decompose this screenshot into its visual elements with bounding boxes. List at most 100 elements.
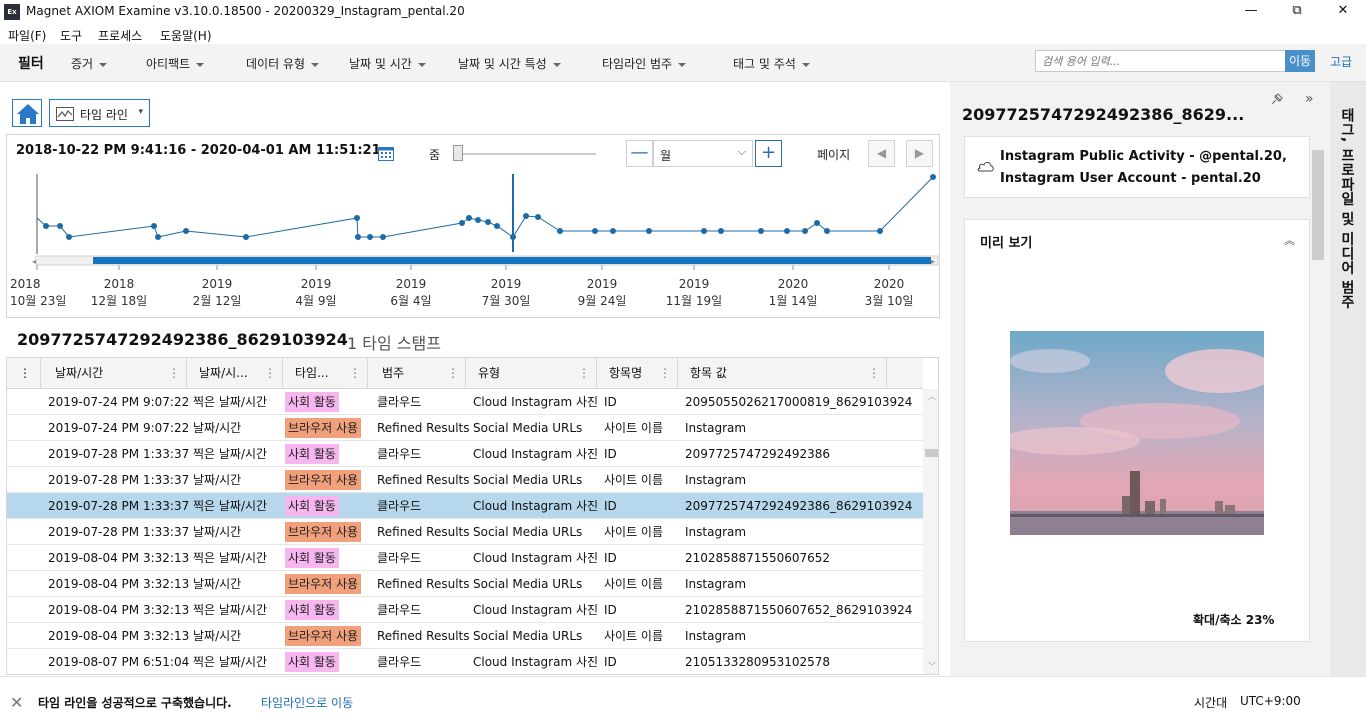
table-row[interactable]: 2019-07-24 PM 9:07:22 찍은 날짜/시간 클라우드 Cloud I… [7,389,923,415]
timeline-point[interactable] [494,223,500,229]
go-to-timeline-link[interactable]: 타임라인으로 이동 [261,694,353,711]
table-row[interactable]: 2019-07-28 PM 1:33:37 찍은 날짜/시간 클라우드 Cloud I… [7,441,923,467]
filter-data-type-dropdown[interactable]: 데이터 유형 [246,55,320,72]
menu-tools[interactable]: 도구 [60,27,82,44]
timeline-point[interactable] [151,223,157,229]
scrollbar-thumb[interactable] [925,449,938,457]
zoom-in-button[interactable]: + [755,140,782,167]
menu-file[interactable]: 파일(F) [8,27,46,44]
timeline-scrollbar-thumb[interactable] [93,257,931,264]
menu-process[interactable]: 프로세스 [98,27,142,44]
timeline-point[interactable] [183,228,189,234]
timeline-point[interactable] [485,219,491,225]
timeline-point[interactable] [354,215,360,221]
column-options-icon[interactable]: ⋮ [168,358,180,389]
minimize-button[interactable]: — [1228,0,1274,24]
timeline-point[interactable] [758,228,764,234]
timeline-point[interactable] [243,234,249,240]
column-header-item-name[interactable]: 항목명 ⋮ [597,358,678,389]
timeline-point[interactable] [646,228,652,234]
timeline-point[interactable] [57,223,63,229]
timeline-point[interactable] [930,174,936,180]
column-options-icon[interactable]: ⋮ [659,358,671,389]
scrollbar-thumb[interactable] [1312,150,1324,260]
menu-help[interactable]: 도움말(H) [160,27,212,44]
table-row[interactable]: 2019-08-04 PM 3:32:13 찍은 날짜/시간 클라우드 Cloud I… [7,597,923,623]
filter-datetime-dropdown[interactable]: 날짜 및 시간 [349,55,426,72]
timeline-chart[interactable]: ◂ ▸ 2018 10월 23일 2018 12월 18일 2019 2월 12일 2019… [6,170,940,318]
filter-datetime-attr-dropdown[interactable]: 날짜 및 시간 특성 [458,55,561,72]
column-header-timeline-category[interactable]: 타임... ⋮ [283,358,368,389]
timeline-point[interactable] [802,228,808,234]
timeline-point[interactable] [701,228,707,234]
timeline-point[interactable] [475,217,481,223]
search-input[interactable] [1035,50,1286,72]
timeline-point[interactable] [523,213,529,219]
advanced-search-link[interactable]: 고급 [1330,53,1352,70]
search-go-button[interactable]: 이동 [1285,50,1315,72]
table-vertical-scrollbar[interactable]: ︿ ﹀ [923,389,938,674]
table-row[interactable]: 2019-08-04 PM 3:32:13 날짜/시간 Refined Result… [7,571,923,597]
column-options-icon[interactable]: ⋮ [578,358,590,389]
timeline-point[interactable] [43,223,49,229]
column-options-icon[interactable]: ⋮ [264,358,276,389]
timeline-point[interactable] [814,220,820,226]
table-row[interactable]: 2019-08-07 PM 6:51:04 찍은 날짜/시간 클라우드 Cloud I… [7,649,923,674]
zoom-slider-track[interactable] [453,153,596,155]
filter-evidence-dropdown[interactable]: 증거 [71,55,108,72]
side-tab-label[interactable]: 태그, 프로파일 및 미디어 범주 [1337,108,1357,309]
table-row[interactable]: 2019-07-28 PM 1:33:37 날짜/시간 Refined Result… [7,519,923,545]
timeline-point[interactable] [557,228,563,234]
filter-artifact-dropdown[interactable]: 아티팩트 [146,55,205,72]
timeline-point[interactable] [367,234,373,240]
filter-tags-dropdown[interactable]: 태그 및 주석 [733,55,810,72]
preview-image[interactable] [1010,331,1264,535]
column-options-icon[interactable]: ⋮ [349,358,361,389]
timeline-point[interactable] [824,228,830,234]
column-menu-icon[interactable]: ⋮ [7,358,41,389]
results-table[interactable]: ⋮ 날짜/시간 ⋮ 날짜/시... ⋮ 타임... ⋮ 범주 ⋮ 유형 ⋮ 항목명 ⋮ 항목… [6,357,939,675]
table-row[interactable]: 2019-08-04 PM 3:32:13 찍은 날짜/시간 클라우드 Cloud I… [7,545,923,571]
filter-timeline-category-dropdown[interactable]: 타임라인 범주 [602,55,687,72]
prev-page-button[interactable]: ◀ [868,140,895,167]
timeline-point[interactable] [355,234,361,240]
timeline-point[interactable] [718,228,724,234]
timeline-point[interactable] [155,234,161,240]
table-row[interactable]: 2019-07-28 PM 1:33:37 찍은 날짜/시간 클라우드 Cloud I… [7,493,923,519]
chevron-up-icon[interactable]: ︽ [1284,232,1295,248]
timeline-point[interactable] [66,234,72,240]
column-header-datetime-kind[interactable]: 날짜/시... ⋮ [187,358,283,389]
timeline-point[interactable] [877,228,883,234]
table-row[interactable]: 2019-07-28 PM 1:33:37 날짜/시간 Refined Result… [7,467,923,493]
column-header-datetime[interactable]: 날짜/시간 ⋮ [41,358,187,389]
close-button[interactable]: ✕ [1320,0,1366,24]
timeline-point[interactable] [510,234,516,240]
table-row[interactable]: 2019-07-24 PM 9:07:22 날짜/시간 Refined Result… [7,415,923,441]
timeline-point[interactable] [535,214,541,220]
column-header-item-value[interactable]: 항목 값 ⋮ [678,358,887,389]
view-select[interactable]: 타임 라인 ▾ [49,99,150,127]
column-header-category[interactable]: 범주 ⋮ [368,358,466,389]
restore-button[interactable]: ⧉ [1274,0,1320,24]
calendar-icon[interactable] [378,146,394,161]
zoom-out-button[interactable]: — [626,140,653,167]
pin-icon[interactable] [1270,92,1284,106]
table-row[interactable]: 2019-08-04 PM 3:32:13 날짜/시간 Refined Result… [7,623,923,649]
timezone-value[interactable]: UTC+9:00 [1240,694,1301,708]
timeline-point[interactable] [380,234,386,240]
timeline-point[interactable] [592,228,598,234]
home-button[interactable] [12,99,42,127]
close-icon[interactable]: ✕ [10,693,23,712]
next-page-button[interactable]: ▶ [906,140,933,167]
time-unit-select[interactable]: 월 ⌵ [653,140,753,167]
timeline-point[interactable] [610,228,616,234]
scroll-down-icon[interactable]: ﹀ [928,661,936,672]
zoom-slider-thumb[interactable] [453,145,463,161]
timeline-point[interactable] [466,215,472,221]
column-options-icon[interactable]: ⋮ [868,358,880,389]
column-options-icon[interactable]: ⋮ [447,358,459,389]
timeline-point[interactable] [784,228,790,234]
scroll-up-icon[interactable]: ︿ [928,391,936,402]
timeline-point[interactable] [459,220,465,226]
column-header-type[interactable]: 유형 ⋮ [466,358,597,389]
